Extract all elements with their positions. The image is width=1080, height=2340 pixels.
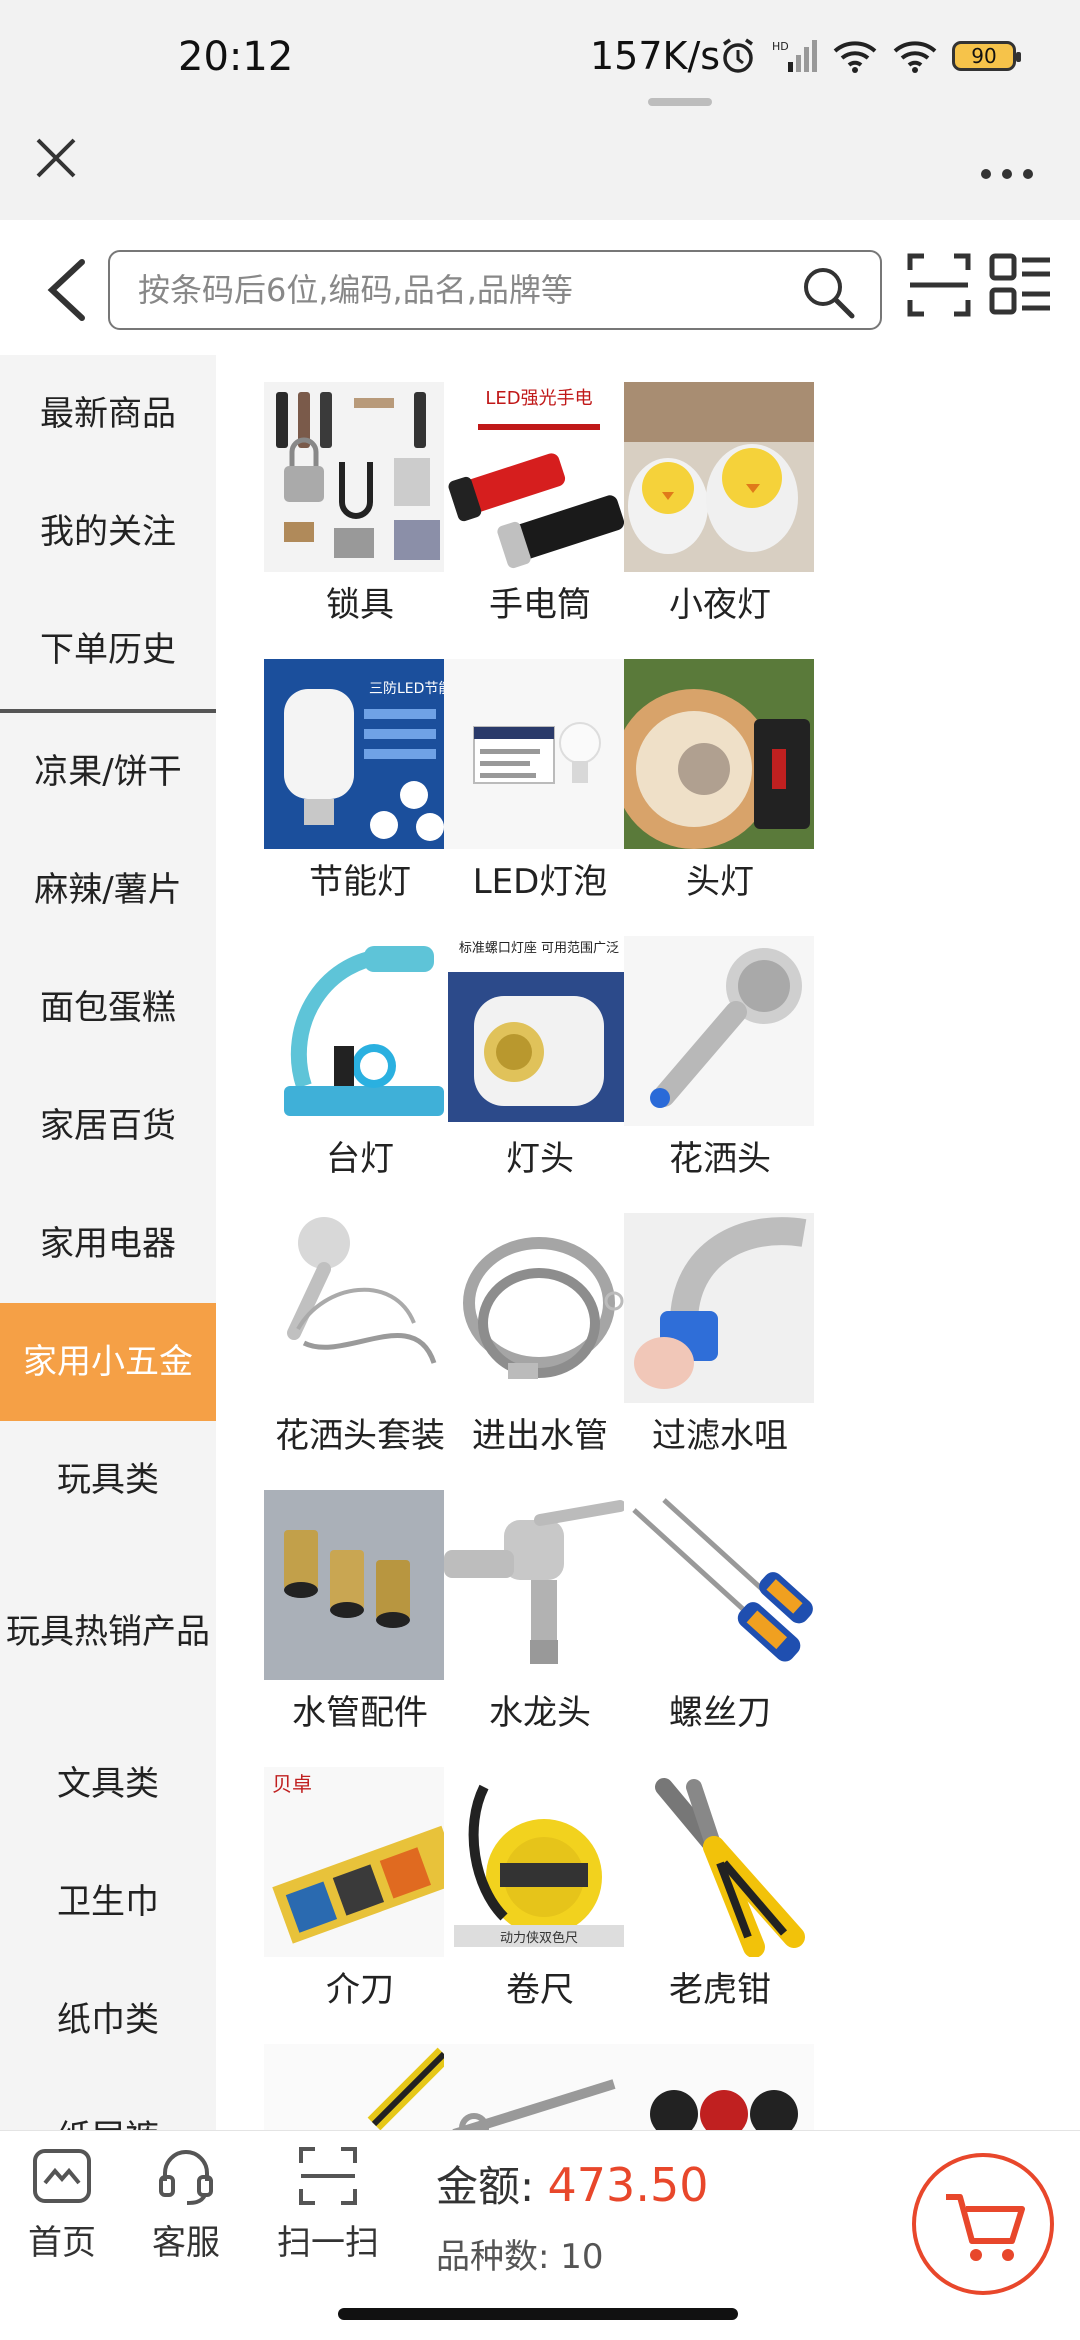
product-name: 老虎钳 bbox=[669, 1970, 771, 2010]
product-image bbox=[624, 936, 814, 1126]
status-icons: HD 90 bbox=[718, 36, 1021, 76]
sidebar-item-bread-cake[interactable]: 面包蛋糕 bbox=[0, 949, 216, 1067]
amount-summary: 金额: 473.50 bbox=[436, 2153, 708, 2214]
count-label: 品种数: bbox=[436, 2237, 550, 2277]
sidebar-item-household[interactable]: 家居百货 bbox=[0, 1067, 216, 1185]
more-icon[interactable] bbox=[972, 134, 1042, 190]
sidebar-item-toys[interactable]: 玩具类 bbox=[0, 1421, 216, 1539]
sidebar-item-sanitary-pads[interactable]: 卫生巾 bbox=[0, 1843, 216, 1961]
status-bar: 20:12 157K/s HD 90 bbox=[0, 0, 1080, 120]
search-bar bbox=[0, 220, 1080, 355]
wifi-icon bbox=[893, 41, 937, 73]
amount-label: 金额: bbox=[436, 2162, 535, 2211]
tab-home-label: 首页 bbox=[28, 2223, 96, 2263]
wifi-icon bbox=[833, 41, 877, 73]
scan-icon[interactable] bbox=[906, 250, 972, 320]
product-card[interactable]: 花洒头 bbox=[576, 909, 840, 1185]
cart-button[interactable] bbox=[912, 2153, 1054, 2295]
back-icon[interactable] bbox=[38, 250, 98, 330]
tab-scan-label: 扫一扫 bbox=[277, 2223, 379, 2263]
category-sidebar: 最新商品 我的关注 下单历史 凉果/饼干 麻辣/薯片 面包蛋糕 家居百货 家用电… bbox=[0, 355, 216, 2130]
count-value: 10 bbox=[560, 2237, 604, 2277]
product-card[interactable]: 头灯 bbox=[576, 632, 840, 908]
sidebar-item-hardware[interactable]: 家用小五金 bbox=[0, 1303, 216, 1421]
product-name: 螺丝刀 bbox=[669, 1693, 771, 1733]
top-nav bbox=[0, 120, 1080, 220]
tab-support-label: 客服 bbox=[152, 2223, 220, 2263]
signal-icon: HD bbox=[772, 40, 817, 72]
headset-icon bbox=[159, 2150, 213, 2205]
notch bbox=[648, 98, 712, 106]
product-name: 花洒头 bbox=[669, 1139, 771, 1179]
close-icon[interactable] bbox=[28, 130, 84, 186]
product-image bbox=[624, 659, 814, 849]
product-grid: 锁具 LED强光手电 手电筒 小夜灯 三防LED节能灯 节能灯 LED灯泡 头灯 bbox=[216, 355, 1080, 2130]
product-image bbox=[624, 1490, 814, 1680]
svg-text:动力侠双色尺: 动力侠双色尺 bbox=[500, 1930, 578, 1946]
sidebar-item-latest[interactable]: 最新商品 bbox=[0, 355, 216, 473]
status-time: 20:12 bbox=[178, 34, 294, 80]
product-card[interactable]: 小夜灯 bbox=[576, 355, 840, 631]
product-image bbox=[624, 382, 814, 572]
product-image bbox=[624, 1767, 814, 1957]
list-view-icon[interactable] bbox=[988, 250, 1054, 320]
product-card[interactable]: 螺丝刀 bbox=[576, 1463, 840, 1739]
cart-icon bbox=[946, 2194, 1025, 2261]
product-name: 过滤水咀 bbox=[652, 1416, 788, 1456]
search-box[interactable] bbox=[108, 250, 882, 330]
svg-text:贝卓: 贝卓 bbox=[272, 1772, 312, 1796]
product-card[interactable] bbox=[576, 2017, 840, 2130]
home-icon bbox=[33, 2149, 91, 2203]
product-image bbox=[624, 2044, 814, 2130]
sidebar-item-following[interactable]: 我的关注 bbox=[0, 473, 216, 591]
battery-icon: 90 bbox=[952, 41, 1021, 71]
sidebar-item-candied-fruit[interactable]: 凉果/饼干 bbox=[0, 713, 216, 831]
variety-count: 品种数: 10 bbox=[436, 2229, 604, 2278]
product-card[interactable]: 过滤水咀 bbox=[576, 1186, 840, 1462]
scan-icon bbox=[299, 2147, 357, 2205]
sidebar-item-stationery[interactable]: 文具类 bbox=[0, 1725, 216, 1843]
search-icon[interactable] bbox=[798, 262, 858, 322]
sidebar-item-tissues[interactable]: 纸巾类 bbox=[0, 1961, 216, 2079]
home-indicator bbox=[338, 2308, 738, 2320]
amount-value: 473.50 bbox=[547, 2158, 709, 2212]
product-name: 小夜灯 bbox=[669, 585, 771, 625]
sidebar-item-spicy-chips[interactable]: 麻辣/薯片 bbox=[0, 831, 216, 949]
tab-scan[interactable]: 扫一扫 bbox=[268, 2143, 388, 2264]
sidebar-item-appliances[interactable]: 家用电器 bbox=[0, 1185, 216, 1303]
sidebar-item-diapers[interactable]: 纸尿裤 bbox=[0, 2079, 216, 2130]
product-image bbox=[624, 1213, 814, 1403]
alarm-icon bbox=[723, 38, 753, 73]
sidebar-item-hot-toys[interactable]: 玩具热销产品 bbox=[0, 1539, 216, 1725]
tab-support[interactable]: 客服 bbox=[126, 2143, 246, 2264]
search-input[interactable] bbox=[138, 252, 778, 328]
product-card[interactable]: 老虎钳 bbox=[576, 1740, 840, 2016]
tab-home[interactable]: 首页 bbox=[2, 2143, 122, 2264]
sidebar-item-order-history[interactable]: 下单历史 bbox=[0, 591, 216, 709]
product-name: 头灯 bbox=[686, 862, 754, 902]
network-speed: 157K/s bbox=[590, 34, 721, 78]
svg-text:HD: HD bbox=[772, 40, 789, 53]
